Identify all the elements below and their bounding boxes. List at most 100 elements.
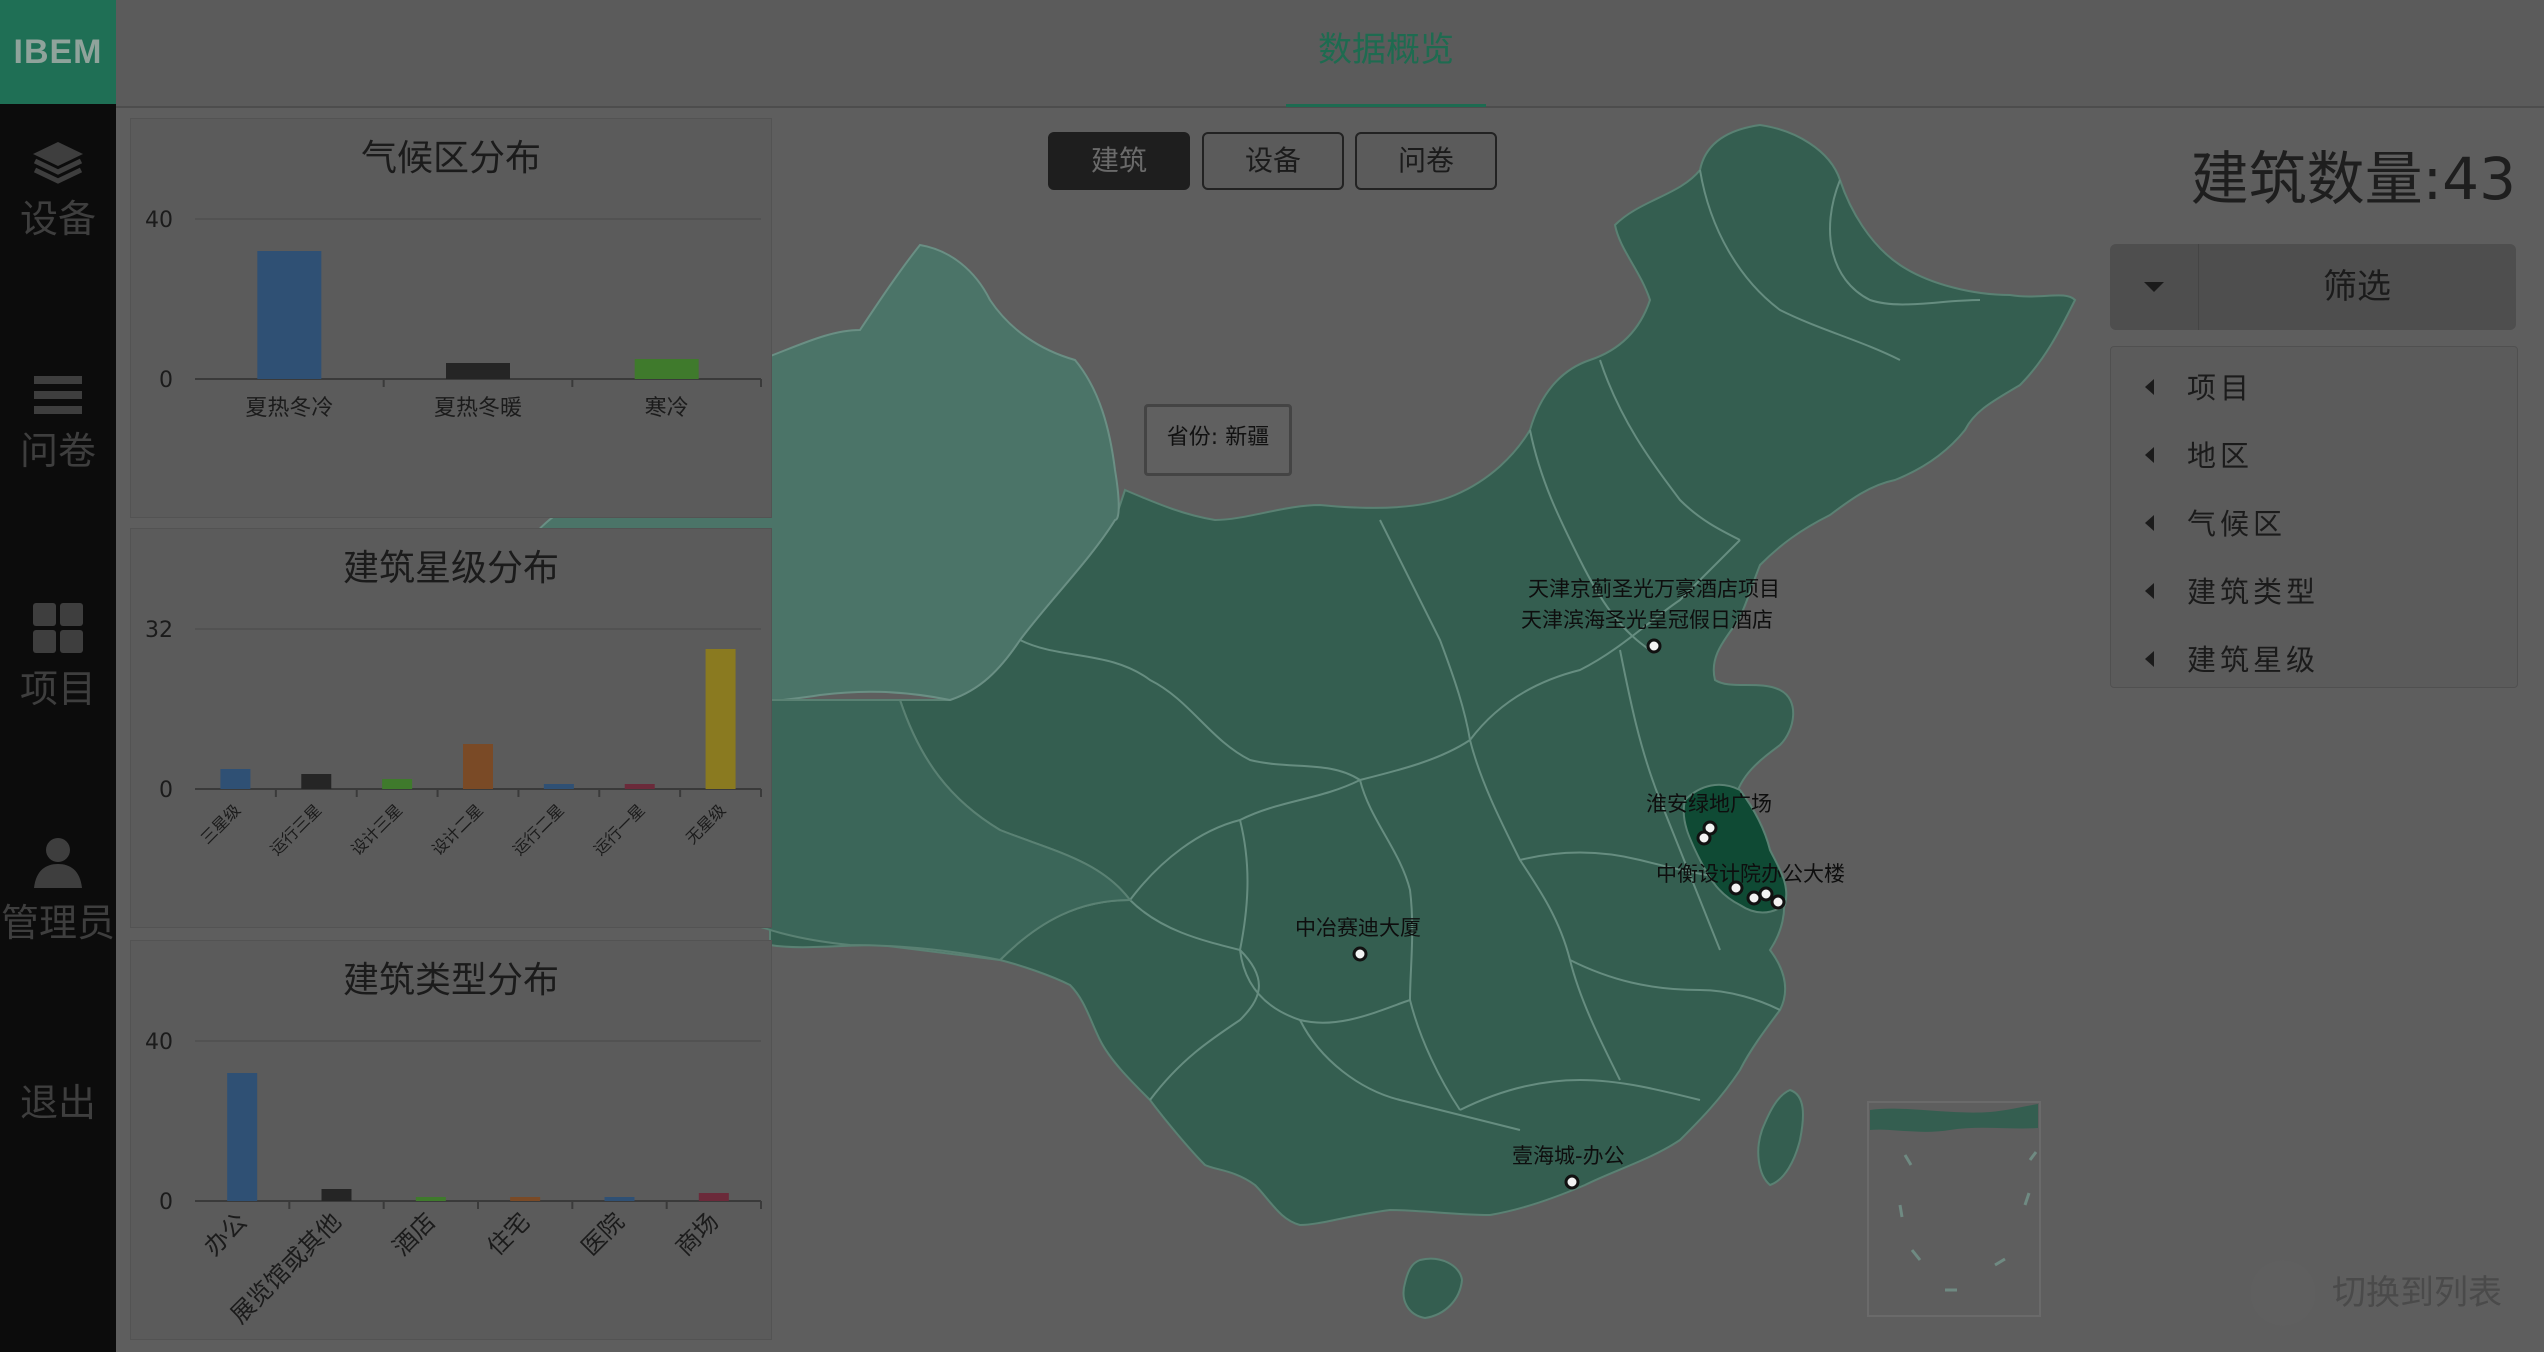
marker-huaian-2[interactable] [1696,830,1712,846]
x-tick-label: 无星级 [682,800,729,847]
filter-toggle[interactable] [2110,244,2199,330]
climate-zone-chart: 0 40 夏热冬冷 夏热冬暖 寒冷 [145,208,762,421]
sidebar-item-logout[interactable]: 退出 [0,1068,116,1127]
x-tick-label: 三星级 [197,800,244,847]
sidebar-item-label: 项目 [19,667,96,711]
x-tick-label: 设计三星 [347,800,406,859]
climate-zone-panel: 气候区分布 0 40 夏热冬冷 夏热冬暖 寒冷 [130,118,772,518]
marker-label: 中衡设计院办公大楼 [1656,862,1845,886]
x-tick-label: 夏热冬冷 [245,396,333,421]
bar[interactable] [463,744,493,789]
bar[interactable] [624,784,655,789]
bar[interactable] [634,359,699,379]
marker-label: 淮安绿地广场 [1646,792,1772,816]
bar[interactable] [301,774,332,789]
sidebar-item-label: 退出 [19,1081,96,1125]
layers-icon [0,140,116,184]
building-count: 建筑数量:43 [2190,145,2516,213]
marker-label: 壹海城-办公 [1512,1144,1625,1168]
list-icon [0,374,116,416]
sidebar-item-devices[interactable]: 设备 [0,140,116,243]
app-logo[interactable]: IBEM [0,0,116,104]
bar[interactable] [415,1197,446,1201]
marker-suzhou-3[interactable] [1758,886,1774,902]
x-tick-label: 夏热冬暖 [434,396,522,421]
caret-left-icon [2145,583,2154,599]
x-tick-label: 办公 [199,1207,253,1261]
filter-item-building-type[interactable]: 建筑类型 [2111,561,2517,623]
bar[interactable] [220,769,251,789]
caret-left-icon [2145,447,2154,463]
switch-to-list-label: 切换到列表 [2332,1273,2502,1313]
taiwan-region[interactable] [1757,1088,1804,1187]
south-china-sea-inset [1867,1101,2041,1317]
y-tick-label: 40 [145,208,173,233]
sidebar-item-admin[interactable]: 管理员 [0,836,116,947]
building-type-chart: 040办公展览馆或其他 酒店 住宅 医院 商场 [145,1030,762,1329]
marker-label: 中冶赛迪大厦 [1295,916,1421,940]
x-tick-label: 运行三星 [266,800,325,859]
bar[interactable] [543,784,574,789]
filter-item-star-rating[interactable]: 建筑星级 [2111,629,2517,691]
y-tick-label: 0 [159,1190,173,1215]
marker-tianjin[interactable] [1646,638,1662,654]
tab-buildings[interactable]: 建筑 [1048,132,1190,190]
tab-data-overview[interactable]: 数据概览 [1286,0,1486,107]
caret-left-icon [2145,379,2154,395]
sidebar-item-questionnaire[interactable]: 问卷 [0,374,116,475]
x-tick-label: 运行一星 [590,800,649,859]
bar[interactable] [604,1197,635,1201]
top-header: 数据概览 [116,0,2544,108]
x-tick-label: 商场 [670,1207,724,1261]
filter-label: 筛选 [2323,267,2391,307]
x-tick-label: 医院 [576,1207,630,1261]
filter-item-region[interactable]: 地区 [2111,425,2517,487]
caret-down-icon [2144,282,2164,292]
sidebar-item-label: 管理员 [0,901,115,945]
x-tick-label: 设计二星 [428,800,487,859]
grid-icon [0,602,116,654]
building-type-panel: 建筑类型分布 0 40 办公 展览馆或其他 酒店 住宅 医院 商场 [130,940,772,1340]
filter-item-climate-zone[interactable]: 气候区 [2111,493,2517,555]
bar[interactable] [446,363,510,379]
filter-item-label: 建筑星级 [2187,643,2320,677]
x-tick-label: 寒冷 [645,396,689,421]
switch-to-list-button[interactable]: 切换到列表 [2250,1256,2510,1330]
filter-item-label: 建筑类型 [2187,575,2320,609]
sidebar-item-label: 设备 [19,197,96,241]
marker-label: 天津滨海圣光皇冠假日酒店 [1521,608,1773,632]
y-tick-label: 40 [145,1030,173,1055]
marker-suzhou-4[interactable] [1770,894,1786,910]
x-tick-label: 运行二星 [509,800,568,859]
sidebar-item-projects[interactable]: 项目 [0,602,116,713]
filter-button[interactable]: 筛选 [2110,244,2516,330]
sidebar: IBEM 设备 问卷 项目 管理员 退出 [0,0,116,1352]
star-rating-panel: 建筑星级分布 0 32 三星级 运行三星 设计三星 设计二星 运行二星 运行一星 无星级 [130,528,772,928]
caret-left-icon [2145,651,2154,667]
bar[interactable] [698,1193,729,1201]
sidebar-item-label: 问卷 [19,429,96,473]
tab-questionnaires[interactable]: 问卷 [1355,132,1497,190]
marker-shenzhen[interactable] [1564,1174,1580,1190]
user-icon [0,836,116,888]
bar[interactable] [705,649,736,789]
bar[interactable] [257,251,322,379]
bar[interactable] [321,1189,352,1201]
marker-suzhou-2[interactable] [1746,890,1762,906]
star-rating-chart: 0 32 三星级 运行三星 设计三星 设计二星 运行二星 运行一星 无星级 [145,618,762,859]
marker-label: 天津京蓟圣光万豪酒店项目 [1528,577,1780,601]
map-tooltip: 省份: 新疆 [1144,404,1292,476]
x-tick-label: 住宅 [482,1207,536,1261]
filter-item-label: 项目 [2187,371,2254,405]
bar[interactable] [510,1197,541,1201]
filter-item-project[interactable]: 项目 [2111,357,2517,419]
hainan-region[interactable] [1402,1257,1464,1320]
x-tick-label: 酒店 [387,1207,441,1261]
bar[interactable] [382,779,413,789]
y-tick-label: 0 [159,778,173,803]
tab-devices[interactable]: 设备 [1202,132,1344,190]
y-tick-label: 0 [159,368,173,393]
marker-chongqing[interactable] [1352,946,1368,962]
filter-menu: 项目 地区 气候区 建筑类型 建筑星级 [2110,346,2518,688]
bar[interactable] [227,1073,258,1201]
